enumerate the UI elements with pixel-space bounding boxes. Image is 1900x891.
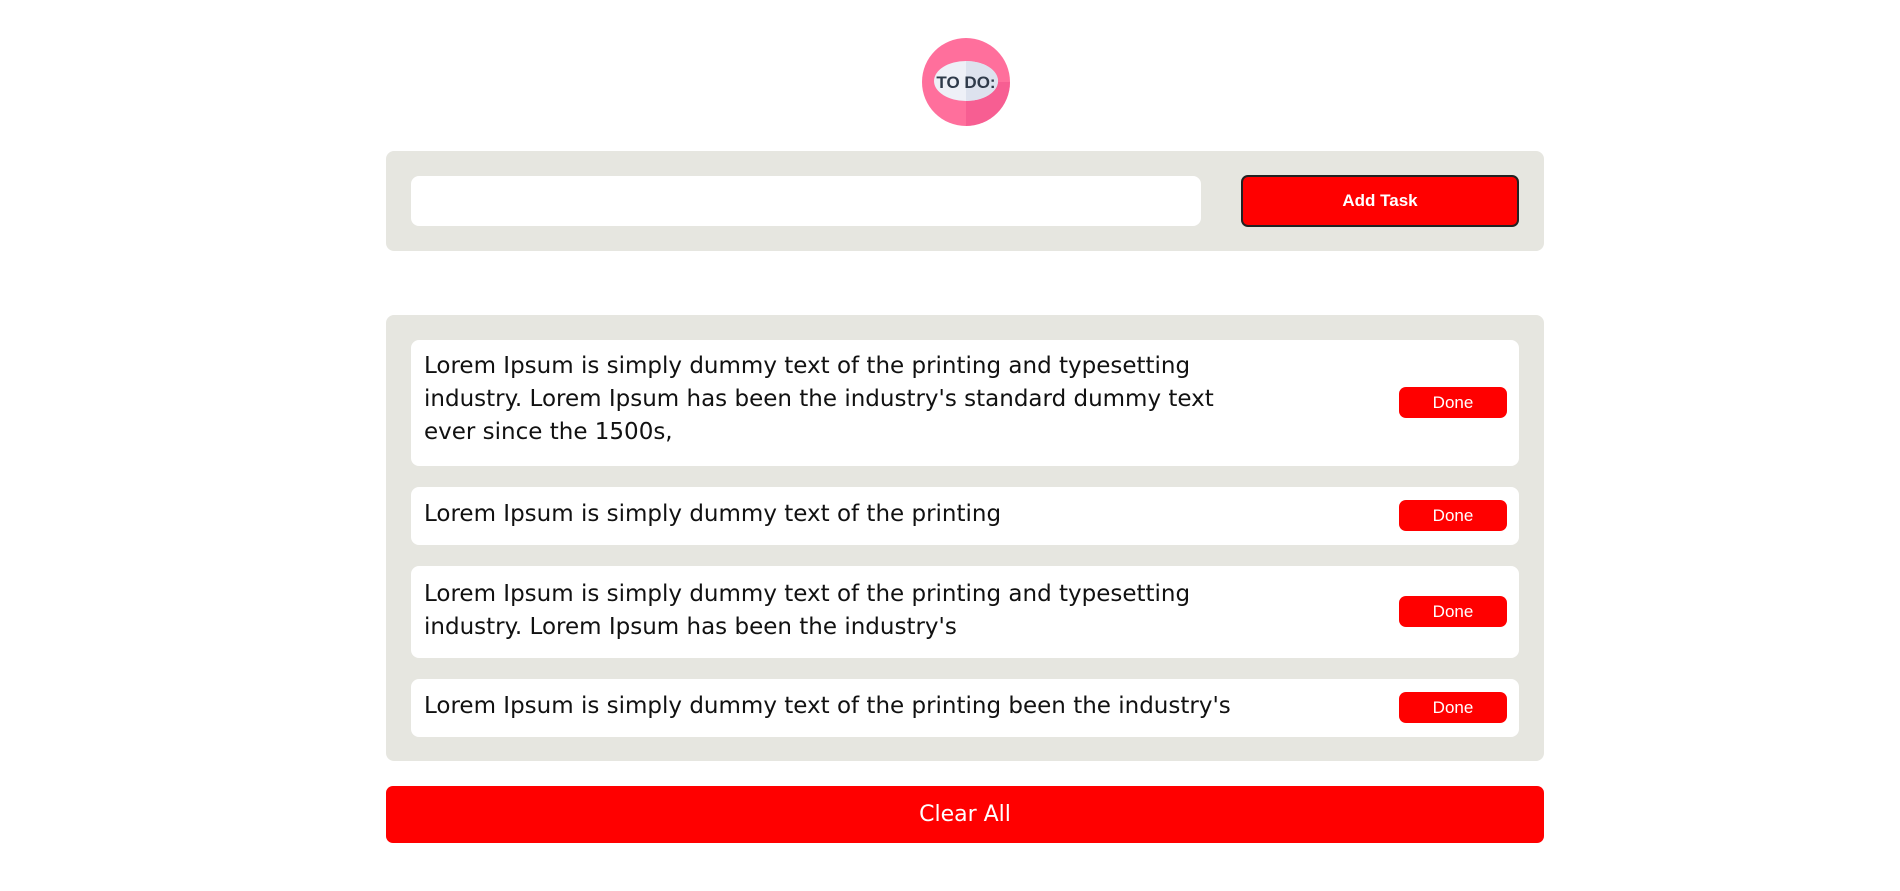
task-item: Lorem Ipsum is simply dummy text of the … xyxy=(411,487,1519,545)
task-text: Lorem Ipsum is simply dummy text of the … xyxy=(424,501,1002,527)
add-task-panel: Add Task xyxy=(386,151,1544,251)
task-input[interactable] xyxy=(411,176,1201,226)
todo-logo: TO DO: xyxy=(922,38,1010,126)
task-text: Lorem Ipsum is simply dummy text of the … xyxy=(424,581,1191,640)
add-task-button[interactable]: Add Task xyxy=(1241,175,1519,227)
done-button[interactable]: Done xyxy=(1399,500,1507,531)
clear-all-button[interactable]: Clear All xyxy=(386,786,1544,843)
task-text: Lorem Ipsum is simply dummy text of the … xyxy=(424,353,1214,445)
done-button[interactable]: Done xyxy=(1399,596,1507,627)
task-text: Lorem Ipsum is simply dummy text of the … xyxy=(424,693,1231,719)
done-button[interactable]: Done xyxy=(1399,387,1507,418)
task-item: Lorem Ipsum is simply dummy text of the … xyxy=(411,679,1519,737)
todo-logo-icon: TO DO: xyxy=(922,38,1010,126)
task-list: Lorem Ipsum is simply dummy text of the … xyxy=(386,315,1544,761)
task-item: Lorem Ipsum is simply dummy text of the … xyxy=(411,566,1519,658)
logo-text: TO DO: xyxy=(936,73,995,92)
done-button[interactable]: Done xyxy=(1399,692,1507,723)
task-item: Lorem Ipsum is simply dummy text of the … xyxy=(411,340,1519,466)
